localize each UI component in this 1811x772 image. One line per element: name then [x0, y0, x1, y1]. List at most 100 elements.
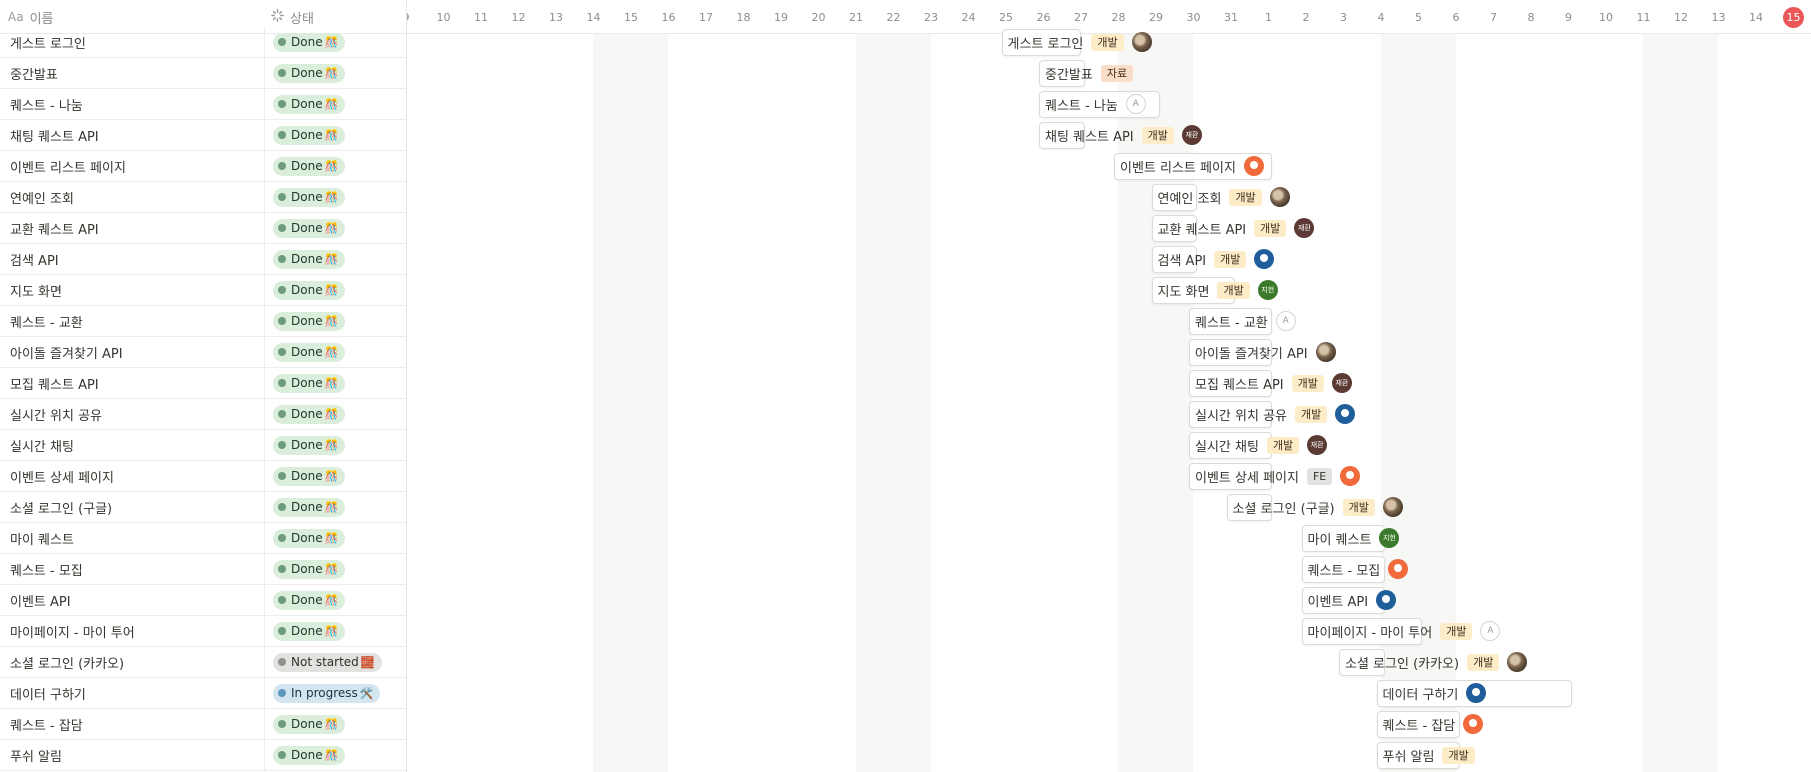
task-name[interactable]: 게스트 로그인 [10, 27, 260, 58]
status-cell[interactable]: Done 🎊 [264, 367, 406, 399]
status-badge[interactable]: Done 🎊 [273, 94, 346, 114]
timeline-bar[interactable] [1339, 648, 1385, 676]
timeline-bar[interactable] [1189, 369, 1272, 397]
status-cell[interactable]: Done 🎊 [264, 212, 406, 244]
task-name[interactable]: 소셜 로그인 (카카오) [10, 647, 260, 678]
task-name[interactable]: 퀘스트 - 모집 [10, 554, 260, 585]
timeline-bar[interactable] [1151, 245, 1197, 273]
table-row[interactable]: 실시간 채팅 Done 🎊 [0, 429, 406, 461]
table-row[interactable]: 교환 퀘스트 API Done 🎊 [0, 212, 406, 244]
table-row[interactable]: 소셜 로그인 (카카오) Not started 🧱 [0, 646, 406, 678]
task-name[interactable]: 이벤트 API [10, 585, 260, 616]
timeline-bar[interactable] [1189, 307, 1272, 335]
status-badge[interactable]: Done 🎊 [273, 156, 346, 176]
task-name[interactable]: 연예인 조회 [10, 182, 260, 213]
task-name[interactable]: 중간발표 [10, 58, 260, 89]
status-badge[interactable]: Done 🎊 [273, 280, 346, 300]
table-row[interactable]: 데이터 구하기 In progress 🛠️ [0, 677, 406, 709]
status-badge[interactable]: Done 🎊 [273, 745, 346, 765]
timeline-bar[interactable] [1226, 493, 1272, 521]
table-row[interactable]: 이벤트 상세 페이지 Done 🎊 [0, 460, 406, 492]
status-badge[interactable]: Done 🎊 [273, 559, 346, 579]
status-cell[interactable]: Done 🎊 [264, 88, 406, 120]
task-name[interactable]: 퀘스트 - 교환 [10, 306, 260, 337]
table-row[interactable]: 이벤트 리스트 페이지 Done 🎊 [0, 150, 406, 182]
table-row[interactable]: 실시간 위치 공유 Done 🎊 [0, 398, 406, 430]
status-cell[interactable]: Done 🎊 [264, 522, 406, 554]
task-name[interactable]: 지도 화면 [10, 275, 260, 306]
table-row[interactable]: 게스트 로그인 Done 🎊 [0, 26, 406, 58]
table-row[interactable]: 중간발표 Done 🎊 [0, 57, 406, 89]
table-row[interactable]: 모집 퀘스트 API Done 🎊 [0, 367, 406, 399]
task-name[interactable]: 실시간 위치 공유 [10, 399, 260, 430]
status-badge[interactable]: Done 🎊 [273, 435, 346, 455]
status-badge[interactable]: Done 🎊 [273, 373, 346, 393]
task-name[interactable]: 이벤트 리스트 페이지 [10, 151, 260, 182]
timeline-bar[interactable] [1301, 586, 1385, 614]
status-cell[interactable]: Done 🎊 [264, 708, 406, 740]
status-cell[interactable]: Done 🎊 [264, 57, 406, 89]
status-badge[interactable]: Done 🎊 [273, 466, 346, 486]
status-cell[interactable]: Done 🎊 [264, 398, 406, 430]
table-row[interactable]: 아이돌 즐겨찾기 API Done 🎊 [0, 336, 406, 368]
timeline-bar[interactable] [1301, 524, 1385, 552]
timeline-bar[interactable] [1001, 28, 1081, 56]
status-badge[interactable]: Done 🎊 [273, 497, 346, 517]
task-name[interactable]: 마이페이지 - 마이 투어 [10, 616, 260, 647]
timeline-bar[interactable] [1189, 400, 1272, 428]
task-name[interactable]: 이벤트 상세 페이지 [10, 461, 260, 492]
timeline-bar[interactable] [1151, 214, 1197, 242]
timeline-bar[interactable] [1039, 90, 1160, 118]
status-badge[interactable]: Done 🎊 [273, 621, 346, 641]
task-name[interactable]: 모집 퀘스트 API [10, 368, 260, 399]
timeline-bar[interactable] [1189, 338, 1272, 366]
status-cell[interactable]: Done 🎊 [264, 491, 406, 523]
table-row[interactable]: 퀘스트 - 나눔 Done 🎊 [0, 88, 406, 120]
table-row[interactable]: 소셜 로그인 (구글) Done 🎊 [0, 491, 406, 523]
task-name[interactable]: 실시간 채팅 [10, 430, 260, 461]
status-cell[interactable]: Done 🎊 [264, 119, 406, 151]
status-badge[interactable]: Done 🎊 [273, 404, 346, 424]
task-name[interactable]: 푸쉬 알림 [10, 740, 260, 771]
status-badge[interactable]: In progress 🛠️ [273, 683, 381, 703]
status-badge[interactable]: Done 🎊 [273, 249, 346, 269]
status-cell[interactable]: Done 🎊 [264, 553, 406, 585]
task-name[interactable]: 검색 API [10, 244, 260, 275]
status-cell[interactable]: Done 🎊 [264, 460, 406, 492]
table-row[interactable]: 마이페이지 - 마이 투어 Done 🎊 [0, 615, 406, 647]
table-row[interactable]: 검색 API Done 🎊 [0, 243, 406, 275]
timeline-bar[interactable] [1151, 276, 1235, 304]
status-cell[interactable]: Done 🎊 [264, 615, 406, 647]
status-cell[interactable]: Done 🎊 [264, 336, 406, 368]
status-badge[interactable]: Done 🎊 [273, 125, 346, 145]
timeline-bar[interactable] [1376, 710, 1460, 738]
task-name[interactable]: 마이 퀘스트 [10, 523, 260, 554]
status-cell[interactable]: Done 🎊 [264, 305, 406, 337]
table-row[interactable]: 채팅 퀘스트 API Done 🎊 [0, 119, 406, 151]
status-cell[interactable]: Not started 🧱 [264, 646, 406, 678]
task-name[interactable]: 아이돌 즐겨찾기 API [10, 337, 260, 368]
table-row[interactable]: 이벤트 API Done 🎊 [0, 584, 406, 616]
status-cell[interactable]: In progress 🛠️ [264, 677, 406, 709]
status-cell[interactable]: Done 🎊 [264, 243, 406, 275]
status-cell[interactable]: Done 🎊 [264, 150, 406, 182]
timeline-bar[interactable] [1114, 152, 1272, 180]
timeline-bar[interactable] [1151, 183, 1197, 211]
task-name[interactable]: 데이터 구하기 [10, 678, 260, 709]
table-row[interactable]: 퀘스트 - 잡담 Done 🎊 [0, 708, 406, 740]
status-badge[interactable]: Done 🎊 [273, 528, 346, 548]
status-badge[interactable]: Done 🎊 [273, 342, 346, 362]
status-cell[interactable]: Done 🎊 [264, 429, 406, 461]
timeline-bar[interactable] [1376, 741, 1460, 769]
timeline-bar[interactable] [1301, 617, 1422, 645]
task-name[interactable]: 소셜 로그인 (구글) [10, 492, 260, 523]
status-badge[interactable]: Done 🎊 [273, 714, 346, 734]
status-cell[interactable]: Done 🎊 [264, 26, 406, 58]
table-row[interactable]: 푸쉬 알림 Done 🎊 [0, 739, 406, 771]
status-cell[interactable]: Done 🎊 [264, 274, 406, 306]
table-row[interactable]: 지도 화면 Done 🎊 [0, 274, 406, 306]
timeline-bar[interactable] [1376, 679, 1572, 707]
status-badge[interactable]: Done 🎊 [273, 590, 346, 610]
table-row[interactable]: 마이 퀘스트 Done 🎊 [0, 522, 406, 554]
table-row[interactable]: 퀘스트 - 모집 Done 🎊 [0, 553, 406, 585]
